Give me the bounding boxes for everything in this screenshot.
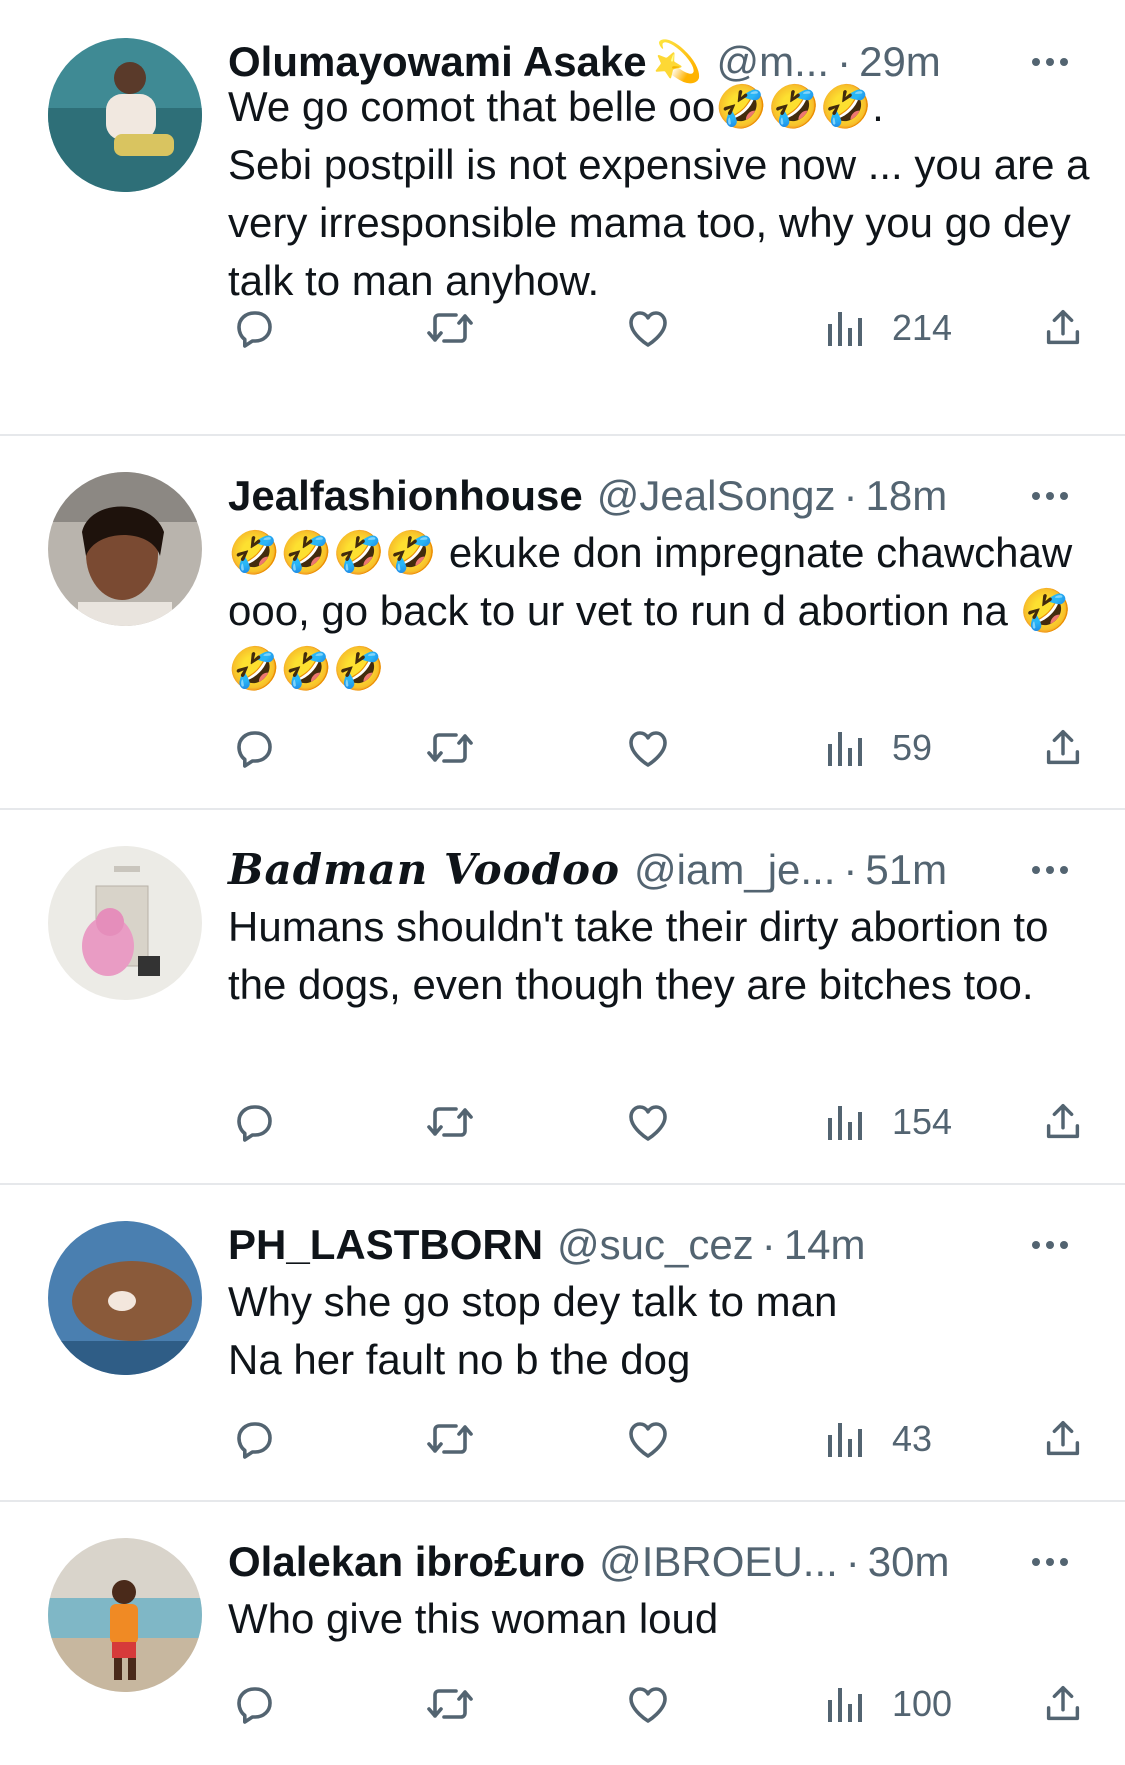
- action-bar: 214: [0, 300, 1125, 356]
- more-icon[interactable]: [1026, 846, 1074, 894]
- views-count: 100: [892, 1683, 953, 1724]
- author-name[interactable]: Badman Voodoo: [228, 842, 620, 898]
- share-icon[interactable]: [1040, 720, 1086, 776]
- like-icon[interactable]: [624, 300, 672, 356]
- separator: ·: [843, 846, 858, 893]
- views-icon: [828, 312, 862, 346]
- share-icon[interactable]: [1040, 300, 1086, 356]
- like-icon[interactable]: [624, 1094, 672, 1150]
- views-count: 43: [892, 1418, 933, 1459]
- retweet-icon[interactable]: [424, 720, 476, 776]
- reply-icon[interactable]: [230, 1676, 278, 1732]
- separator: ·: [761, 1221, 776, 1268]
- views-count: 154: [892, 1101, 953, 1142]
- avatar[interactable]: [48, 846, 202, 1000]
- views-count: 59: [892, 727, 933, 768]
- avatar[interactable]: [48, 38, 202, 192]
- share-icon[interactable]: [1040, 1094, 1086, 1150]
- views-button[interactable]: 154: [824, 1094, 952, 1150]
- tweet-text: Why she go stop dey talk to man Na her f…: [228, 1278, 838, 1383]
- action-bar: 43: [0, 1411, 1125, 1467]
- author-name[interactable]: Jealfashionhouse: [228, 468, 583, 524]
- share-icon[interactable]: [1040, 1676, 1086, 1732]
- more-icon[interactable]: [1026, 472, 1074, 520]
- views-icon: [828, 732, 862, 766]
- tweet-text: Humans shouldn't take their dirty aborti…: [228, 903, 1049, 1008]
- views-button[interactable]: 100: [824, 1676, 952, 1732]
- reply-icon[interactable]: [230, 1094, 278, 1150]
- views-count: 214: [892, 307, 953, 348]
- reply-icon[interactable]: [230, 1411, 278, 1467]
- author-name[interactable]: PH_LASTBORN: [228, 1217, 543, 1273]
- more-icon[interactable]: [1026, 1221, 1074, 1269]
- action-bar: 100: [0, 1676, 1125, 1732]
- tweet-text: Who give this woman loud: [228, 1595, 719, 1642]
- author-handle[interactable]: @IBROEU...: [599, 1534, 838, 1590]
- retweet-icon[interactable]: [424, 1676, 476, 1732]
- tweet-text: 🤣🤣🤣🤣 ekuke don impregnate chawchaw ooo, …: [228, 529, 1073, 692]
- avatar[interactable]: [48, 1538, 202, 1692]
- share-icon[interactable]: [1040, 1411, 1086, 1467]
- like-icon[interactable]: [624, 720, 672, 776]
- divider: [0, 1500, 1125, 1502]
- views-button[interactable]: 43: [824, 1411, 932, 1467]
- views-icon: [828, 1423, 862, 1457]
- author-handle[interactable]: @suc_cez: [557, 1217, 754, 1273]
- views-icon: [828, 1106, 862, 1140]
- action-bar: 154: [0, 1094, 1125, 1150]
- tweet-text: We go comot that belle oo🤣🤣🤣. Sebi postp…: [228, 83, 1090, 304]
- views-button[interactable]: 59: [824, 720, 932, 776]
- separator: ·: [845, 1538, 860, 1585]
- reply-icon[interactable]: [230, 720, 278, 776]
- retweet-icon[interactable]: [424, 1094, 476, 1150]
- avatar[interactable]: [48, 1221, 202, 1375]
- more-icon[interactable]: [1026, 1538, 1074, 1586]
- timestamp[interactable]: 30m: [868, 1534, 950, 1590]
- author-handle[interactable]: @JealSongz: [597, 468, 836, 524]
- reply-icon[interactable]: [230, 300, 278, 356]
- retweet-icon[interactable]: [424, 1411, 476, 1467]
- author-name[interactable]: Olalekan ibro£uro: [228, 1534, 585, 1590]
- like-icon[interactable]: [624, 1411, 672, 1467]
- timestamp[interactable]: 18m: [866, 468, 948, 524]
- divider: [0, 808, 1125, 810]
- author-handle[interactable]: @iam_je...: [634, 842, 835, 898]
- like-icon[interactable]: [624, 1676, 672, 1732]
- divider: [0, 434, 1125, 436]
- retweet-icon[interactable]: [424, 300, 476, 356]
- separator: ·: [843, 472, 858, 519]
- avatar[interactable]: [48, 472, 202, 626]
- views-button[interactable]: 214: [824, 300, 952, 356]
- timestamp[interactable]: 51m: [865, 842, 947, 898]
- action-bar: 59: [0, 720, 1125, 776]
- timestamp[interactable]: 14m: [784, 1217, 866, 1273]
- divider: [0, 1183, 1125, 1185]
- views-icon: [828, 1688, 862, 1722]
